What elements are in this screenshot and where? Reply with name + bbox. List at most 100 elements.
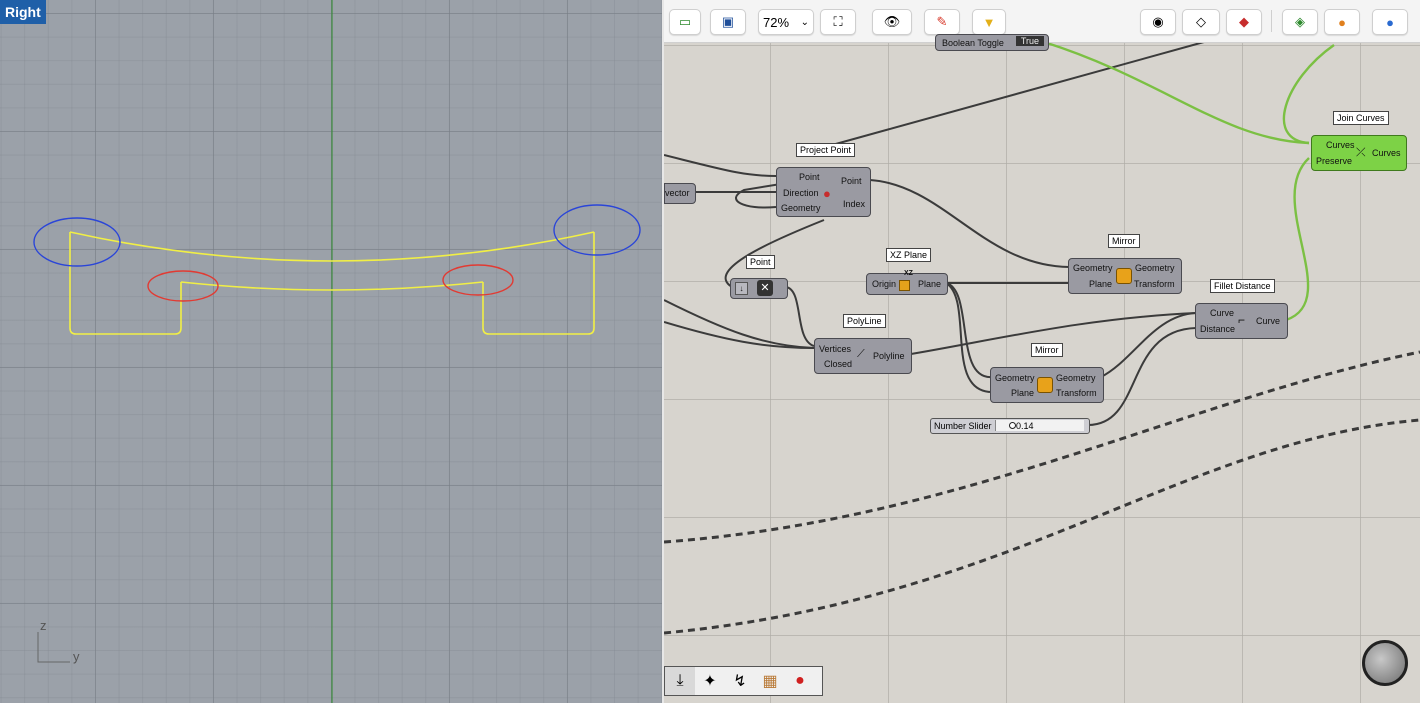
- wire-green-2: [1282, 44, 1335, 145]
- highlight-blue-left: [33, 217, 121, 267]
- point-tag: Point: [746, 255, 775, 269]
- wire-5: [664, 321, 815, 349]
- save-icon[interactable]: ▣: [710, 9, 746, 35]
- mirror-1-component[interactable]: Geometry Plane Geometry Transform: [1068, 258, 1182, 294]
- navigation-widget[interactable]: [1362, 640, 1408, 686]
- join-input-preserve[interactable]: Preserve: [1316, 156, 1352, 166]
- package-icon[interactable]: ▦: [755, 667, 785, 695]
- mirror-1-tag: Mirror: [1108, 234, 1140, 248]
- boolean-toggle[interactable]: Boolean Toggle True: [935, 34, 1049, 51]
- selected-preview-icon[interactable]: ◆: [1226, 9, 1262, 35]
- polyline-icon: ⟋: [857, 348, 865, 360]
- wireframe-icon[interactable]: ◇: [1182, 9, 1220, 35]
- point-param-icon: ↓: [735, 282, 748, 295]
- pp-output-point[interactable]: Point: [841, 176, 862, 186]
- chevron-down-icon: ⌄: [800, 16, 809, 28]
- xz-plane-icon: [899, 280, 910, 291]
- fillet-input-curve[interactable]: Curve: [1210, 308, 1234, 318]
- mirror-1-input-plane[interactable]: Plane: [1089, 279, 1112, 289]
- join-curves-tag: Join Curves: [1333, 111, 1389, 125]
- display-mode-icon[interactable]: ◈: [1282, 9, 1318, 35]
- bake-icon[interactable]: ▼: [972, 9, 1006, 35]
- highlight-blue-right: [553, 204, 641, 256]
- toolbar-separator: [1271, 10, 1272, 32]
- boolean-toggle-label: Boolean Toggle: [942, 38, 1004, 48]
- pp-input-geometry[interactable]: Geometry: [781, 203, 821, 213]
- mirror-1-output-transform[interactable]: Transform: [1134, 279, 1175, 289]
- fillet-input-distance[interactable]: Distance: [1200, 324, 1235, 334]
- preview-shaded-icon[interactable]: ◉: [1140, 9, 1176, 35]
- fillet-icon: ⌐: [1238, 313, 1246, 327]
- rhino-viewport-right[interactable]: Right z y: [0, 0, 662, 703]
- wire-3: [813, 41, 1205, 151]
- mirror-icon: [1037, 377, 1053, 393]
- fillet-output-curve[interactable]: Curve: [1256, 316, 1280, 326]
- xz-plane-component[interactable]: Origin XZ Plane: [866, 270, 948, 295]
- polyline-input-vertices[interactable]: Vertices: [819, 344, 851, 354]
- join-curves-component[interactable]: Curves Preserve ⤫ Curves: [1311, 135, 1407, 171]
- slider-label: Number Slider: [934, 421, 992, 431]
- viewport-geometry: [33, 0, 641, 703]
- mirror-2-input-plane[interactable]: Plane: [1011, 388, 1034, 398]
- xz-badge: XZ: [904, 270, 913, 277]
- polyline-input-closed[interactable]: Closed: [824, 359, 852, 369]
- polyline-output[interactable]: Polyline: [873, 351, 905, 361]
- bake-down-icon[interactable]: ⤓: [665, 667, 695, 695]
- pp-output-index[interactable]: Index: [843, 199, 865, 209]
- wire-green-1: [1043, 40, 1310, 145]
- sphere-icon[interactable]: ●: [1372, 9, 1408, 35]
- highlight-red-left: [147, 270, 219, 302]
- point-component[interactable]: ↓ ✕: [730, 278, 788, 299]
- xz-input-origin[interactable]: Origin: [872, 279, 896, 289]
- zoom-value: 72%: [763, 14, 790, 30]
- wire-1: [664, 154, 777, 177]
- project-point-tag: Project Point: [796, 143, 856, 157]
- curve-left-leg: [69, 232, 182, 335]
- pp-input-point[interactable]: Point: [799, 172, 820, 182]
- bezier-icon[interactable]: ↯: [725, 667, 755, 695]
- project-point-icon: ●: [823, 186, 831, 201]
- mirror-2-component[interactable]: Geometry Plane Geometry Transform: [990, 367, 1104, 403]
- sketch-icon[interactable]: ✎: [924, 9, 960, 35]
- open-icon[interactable]: ▭: [669, 9, 701, 35]
- axis-label-z: z: [40, 618, 47, 633]
- material-icon[interactable]: ●: [1324, 9, 1360, 35]
- mirror-2-tag: Mirror: [1031, 343, 1063, 357]
- zoom-extents-icon[interactable]: ⛶: [820, 9, 856, 35]
- number-slider[interactable]: Number Slider 0.14: [930, 418, 1090, 434]
- polyline-tag: PolyLine: [843, 314, 886, 328]
- wire-green-3: [1285, 157, 1310, 322]
- mirror-icon: [1116, 268, 1132, 284]
- record-icon[interactable]: ●: [785, 667, 815, 695]
- slider-value: 0.14: [1016, 421, 1034, 431]
- preview-eye-icon[interactable]: 👁: [872, 9, 912, 35]
- mirror-1-output-geometry[interactable]: Geometry: [1135, 263, 1175, 273]
- join-input-curves[interactable]: Curves: [1326, 140, 1355, 150]
- vector-component[interactable]: vector: [664, 183, 696, 204]
- mirror-2-input-geometry[interactable]: Geometry: [995, 373, 1035, 383]
- fillet-component[interactable]: Curve Distance ⌐ Curve: [1195, 303, 1288, 339]
- axis-widget: [37, 632, 70, 663]
- pp-input-direction[interactable]: Direction: [783, 188, 819, 198]
- mirror-1-input-geometry[interactable]: Geometry: [1073, 263, 1113, 273]
- viewport-title[interactable]: Right: [0, 0, 46, 24]
- zoom-dropdown[interactable]: 72% ⌄: [758, 9, 814, 35]
- mirror-2-output-transform[interactable]: Transform: [1056, 388, 1097, 398]
- vector-label: vector: [665, 188, 690, 198]
- fillet-tag: Fillet Distance: [1210, 279, 1275, 293]
- wire-11: [945, 282, 993, 379]
- boolean-toggle-value[interactable]: True: [1015, 36, 1044, 46]
- wire-dashed-2: [664, 418, 1420, 635]
- polyline-component[interactable]: Vertices Closed ⟋ Polyline: [814, 338, 912, 374]
- wand-icon[interactable]: ✦: [695, 667, 725, 695]
- curve-right-leg: [482, 232, 595, 335]
- mirror-2-output-geometry[interactable]: Geometry: [1056, 373, 1096, 383]
- wire-8: [724, 219, 825, 288]
- axis-label-y: y: [73, 649, 80, 664]
- join-output-curves[interactable]: Curves: [1372, 148, 1401, 158]
- xz-output-plane[interactable]: Plane: [918, 279, 941, 289]
- wire-9: [785, 286, 815, 347]
- highlight-red-right: [442, 264, 514, 296]
- project-point-component[interactable]: Point Direction Geometry ● Point Index: [776, 167, 871, 217]
- slider-handle[interactable]: [1009, 422, 1016, 429]
